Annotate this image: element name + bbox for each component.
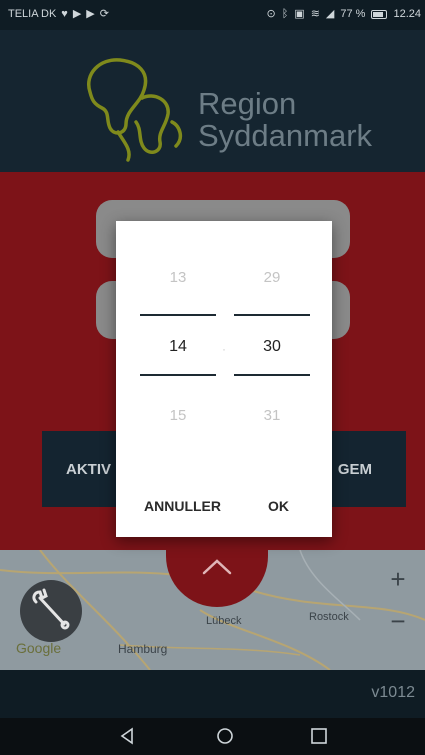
activate-label: AKTIV bbox=[66, 461, 111, 478]
battery-percent: 77 % bbox=[340, 8, 366, 20]
time-picker-dialog: 13 14 15 · 29 30 31 ANNULLER OK bbox=[116, 221, 332, 537]
bluetooth-icon: ᛒ bbox=[281, 8, 289, 20]
logo-line-region: Region bbox=[198, 86, 297, 121]
clock: 12.24 bbox=[393, 8, 421, 20]
play-icon: ▶ bbox=[72, 8, 82, 20]
wifi-icon: ≋ bbox=[310, 8, 320, 20]
nfc-icon: ▣ bbox=[294, 8, 305, 20]
carrier-label: TELIA DK bbox=[8, 8, 57, 20]
settings-tool-button[interactable] bbox=[20, 580, 82, 642]
footer-bar: v1012 bbox=[0, 670, 425, 718]
region-logo-icon bbox=[87, 58, 183, 162]
minute-prev[interactable]: 29 bbox=[232, 269, 312, 286]
battery-icon bbox=[371, 9, 388, 19]
hour-spinner[interactable]: 13 14 15 bbox=[138, 221, 218, 451]
time-separator: · bbox=[222, 342, 226, 356]
status-right: ⊙ ᛒ ▣ ≋ ◢ 77 % 12.24 bbox=[266, 8, 421, 20]
map-label-rostock: Rostock bbox=[309, 611, 349, 623]
hour-next[interactable]: 15 bbox=[138, 407, 218, 424]
divider bbox=[234, 314, 310, 316]
recents-icon[interactable] bbox=[310, 727, 328, 745]
minute-spinner[interactable]: 29 30 31 bbox=[232, 221, 312, 451]
divider bbox=[234, 374, 310, 376]
sync-icon: ⟳ bbox=[99, 8, 109, 20]
signal-icon: ◢ bbox=[325, 8, 335, 20]
chevron-up-icon bbox=[202, 559, 232, 575]
app-header: Region Syddanmark bbox=[0, 30, 425, 172]
version-label: v1012 bbox=[371, 684, 415, 701]
play-icon: ▶ bbox=[86, 8, 95, 20]
divider bbox=[140, 374, 216, 376]
map-label-hamburg: Hamburg bbox=[118, 642, 168, 656]
back-icon[interactable] bbox=[118, 727, 136, 745]
save-label: GEM bbox=[337, 461, 372, 478]
google-attribution: Google bbox=[16, 640, 62, 656]
hour-prev[interactable]: 13 bbox=[138, 269, 218, 286]
cancel-button[interactable]: ANNULLER bbox=[144, 498, 221, 514]
home-icon[interactable] bbox=[216, 727, 234, 745]
logo-line-syddanmark: Syddanmark bbox=[198, 118, 373, 153]
ok-button[interactable]: OK bbox=[268, 498, 289, 514]
heart-icon: ♥ bbox=[61, 8, 68, 20]
status-left: TELIA DK ♥ ▶ ▶ ⟳ bbox=[8, 8, 109, 20]
minute-next[interactable]: 31 bbox=[232, 407, 312, 424]
zoom-out-button[interactable]: − bbox=[385, 608, 411, 634]
collapse-panel-button[interactable] bbox=[166, 535, 268, 607]
location-icon: ⊙ bbox=[266, 8, 276, 20]
map-label-lubeck: Lübeck bbox=[206, 615, 242, 627]
zoom-in-button[interactable]: + bbox=[385, 566, 411, 592]
wrench-icon bbox=[32, 588, 70, 630]
status-bar: TELIA DK ♥ ▶ ▶ ⟳ ⊙ ᛒ ▣ ≋ ◢ 77 % 12.24 bbox=[0, 0, 425, 30]
region-logo-text: Region Syddanmark bbox=[198, 88, 372, 152]
hour-current[interactable]: 14 bbox=[138, 338, 218, 356]
divider bbox=[140, 314, 216, 316]
minute-current[interactable]: 30 bbox=[232, 338, 312, 356]
system-nav-bar bbox=[0, 718, 425, 755]
